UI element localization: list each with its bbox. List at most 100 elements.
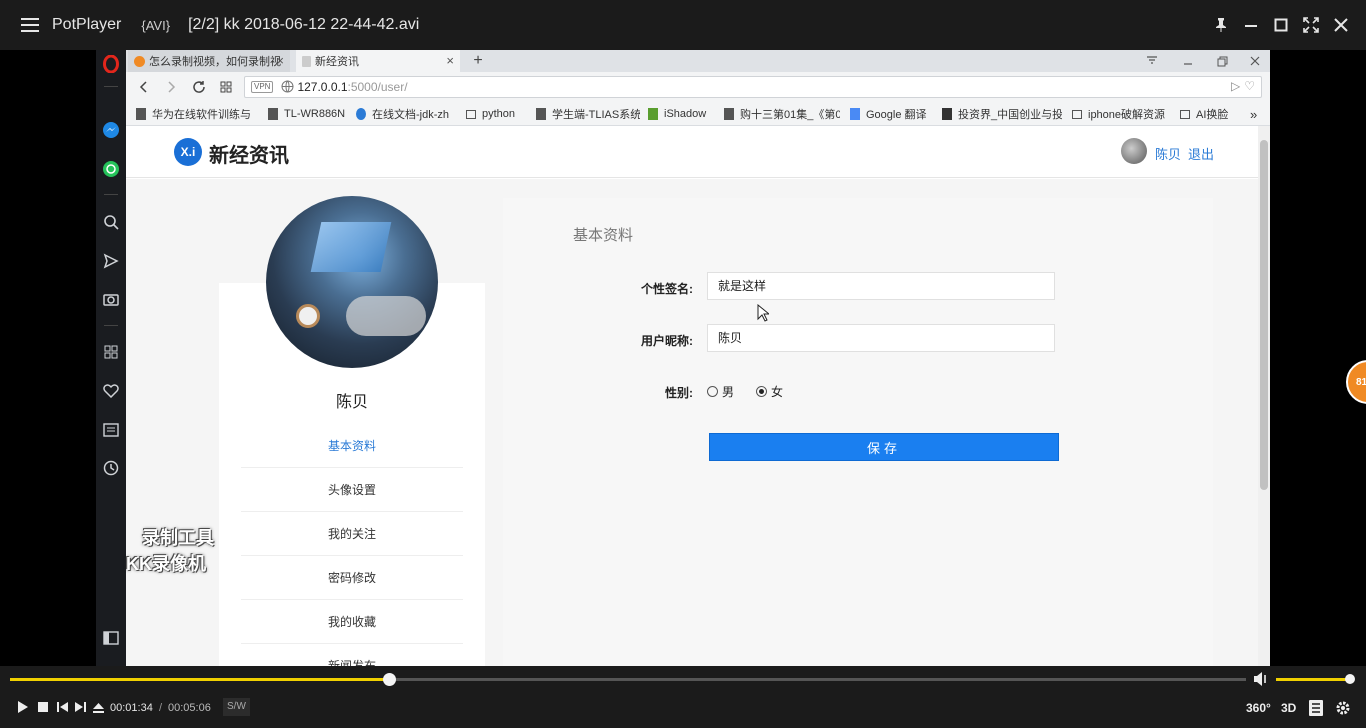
user-menu: 基本资料 头像设置 我的关注 密码修改 我的收藏 新闻发布 — [241, 424, 463, 666]
document-icon — [302, 55, 311, 67]
browser-minimize-icon[interactable] — [1172, 50, 1204, 72]
stop-icon[interactable] — [35, 699, 51, 715]
url-path: :5000/user/ — [347, 80, 408, 94]
news-icon[interactable] — [101, 420, 121, 440]
sw-toggle-button[interactable]: S/W — [223, 698, 250, 716]
menu-item-publish-news[interactable]: 新闻发布 — [241, 644, 463, 666]
document-icon — [536, 108, 546, 120]
logout-link[interactable]: 退出 — [1188, 144, 1214, 163]
pin-icon[interactable] — [1206, 10, 1236, 40]
opera-logo-icon[interactable] — [101, 54, 121, 74]
bookmark-item[interactable]: 华为在线软件训练与 — [136, 106, 254, 122]
bookmark-item[interactable]: 在线文档-jdk-zh — [356, 106, 458, 122]
video-letterbox-left — [0, 50, 96, 666]
volume-bar-fill — [1276, 678, 1350, 681]
browser-close-icon[interactable] — [1239, 50, 1270, 72]
time-separator: / — [159, 702, 163, 714]
back-icon[interactable] — [134, 77, 154, 97]
gender-female-radio[interactable] — [756, 386, 768, 397]
seek-bar-fill — [10, 678, 390, 681]
bookmarks-more-button[interactable]: » — [1250, 106, 1264, 122]
tab-recording-article[interactable]: 怎么录制视频，如何录制视 × — [128, 50, 290, 72]
save-button[interactable]: 保存 — [709, 433, 1059, 461]
folder-icon — [1072, 109, 1082, 119]
settings-gear-icon[interactable] — [1335, 699, 1351, 717]
sidebar-toggle-icon[interactable] — [101, 628, 121, 648]
play-icon[interactable] — [15, 699, 31, 715]
reload-icon[interactable] — [189, 77, 209, 97]
nickname-input[interactable]: 陈贝 — [707, 324, 1055, 352]
address-bar: VPN 127.0.0.1:5000/user/ ▷ ♡ — [126, 72, 1270, 102]
bookmark-item[interactable]: TL-WR886N — [268, 106, 346, 122]
tab-close-icon[interactable]: × — [276, 53, 284, 68]
vpn-badge[interactable]: VPN — [251, 81, 274, 93]
history-icon[interactable] — [101, 458, 121, 478]
vr-360-button[interactable]: 360° — [1246, 699, 1271, 717]
video-letterbox-right — [1270, 50, 1366, 666]
bookmark-item[interactable]: iShadow — [648, 106, 714, 122]
speed-dial-icon[interactable] — [216, 77, 236, 97]
bookmark-folder[interactable]: iphone破解资源 — [1072, 106, 1172, 122]
menu-icon[interactable] — [21, 18, 39, 32]
bookmarks-bar: 华为在线软件训练与 TL-WR886N 在线文档-jdk-zh python 学… — [126, 102, 1270, 126]
opera-sidebar — [96, 50, 126, 666]
document-icon — [724, 108, 734, 120]
eject-icon[interactable] — [90, 699, 106, 715]
file-title: [2/2] kk 2018-06-12 22-44-42.avi — [188, 16, 420, 33]
previous-icon[interactable] — [54, 699, 70, 715]
gender-male-radio[interactable] — [707, 386, 718, 397]
url-input[interactable]: VPN 127.0.0.1:5000/user/ ▷ ♡ — [244, 76, 1262, 98]
menu-item-avatar-settings[interactable]: 头像设置 — [241, 468, 463, 512]
heart-icon[interactable] — [101, 381, 121, 401]
bookmark-item[interactable]: 购十三第01集_《第0 — [724, 106, 840, 122]
tab-close-icon[interactable]: × — [446, 53, 454, 68]
sidebar-divider — [104, 325, 118, 326]
send-icon[interactable] — [101, 251, 121, 271]
close-icon[interactable] — [1326, 10, 1356, 40]
search-icon[interactable] — [101, 212, 121, 232]
menu-item-basic-info[interactable]: 基本资料 — [241, 424, 463, 468]
bookmark-item[interactable]: 学生端-TLIAS系统 — [536, 106, 640, 122]
send-icon[interactable]: ▷ — [1231, 79, 1240, 93]
3d-button[interactable]: 3D — [1281, 699, 1296, 717]
forward-icon[interactable] — [161, 77, 181, 97]
bookmark-heart-icon[interactable]: ♡ — [1244, 79, 1255, 93]
menu-item-my-follows[interactable]: 我的关注 — [241, 512, 463, 556]
site-icon — [942, 108, 952, 120]
header-user-name-link[interactable]: 陈贝 — [1155, 144, 1181, 163]
fullscreen-icon[interactable] — [1296, 10, 1326, 40]
tab-xinjing-news[interactable]: 新经资讯 × — [296, 50, 460, 72]
maximize-icon[interactable] — [1266, 10, 1296, 40]
speed-dial-icon[interactable] — [101, 342, 121, 362]
avatar[interactable] — [1121, 138, 1147, 164]
menu-item-change-password[interactable]: 密码修改 — [241, 556, 463, 600]
tab-label: 新经资讯 — [315, 56, 359, 68]
signature-input[interactable]: 就是这样 — [707, 272, 1055, 300]
volume-bar-thumb[interactable] — [1345, 674, 1355, 684]
signature-label: 个性签名: — [641, 282, 693, 296]
bookmark-item[interactable]: 投资界_中国创业与投 — [942, 106, 1062, 122]
bookmark-folder[interactable]: python — [466, 106, 524, 122]
seek-bar-thumb[interactable] — [383, 673, 397, 686]
site-logo-text[interactable]: 新经资讯 — [209, 139, 289, 168]
new-tab-button[interactable]: + — [468, 50, 488, 72]
menu-item-my-favorites[interactable]: 我的收藏 — [241, 600, 463, 644]
current-time: 00:01:34 — [110, 702, 153, 714]
page-scrollbar-thumb[interactable] — [1260, 140, 1268, 490]
bookmark-item[interactable]: Google 翻译 — [850, 106, 934, 122]
bookmark-folder[interactable]: AI换脸 — [1180, 106, 1250, 122]
minimize-icon[interactable] — [1236, 10, 1266, 40]
whatsapp-icon[interactable] — [101, 159, 121, 179]
document-icon — [268, 108, 278, 120]
folder-icon — [1180, 109, 1190, 119]
camera-icon[interactable] — [101, 289, 121, 309]
window-controls — [1206, 0, 1356, 50]
site-logo-icon[interactable]: X.i — [174, 138, 202, 166]
volume-icon[interactable] — [1252, 670, 1270, 688]
next-icon[interactable] — [72, 699, 88, 715]
site-icon — [356, 108, 366, 120]
browser-restore-icon[interactable] — [1206, 50, 1238, 72]
tab-menu-icon[interactable] — [1136, 50, 1168, 72]
playlist-icon[interactable] — [1309, 699, 1323, 717]
messenger-icon[interactable] — [101, 120, 121, 140]
